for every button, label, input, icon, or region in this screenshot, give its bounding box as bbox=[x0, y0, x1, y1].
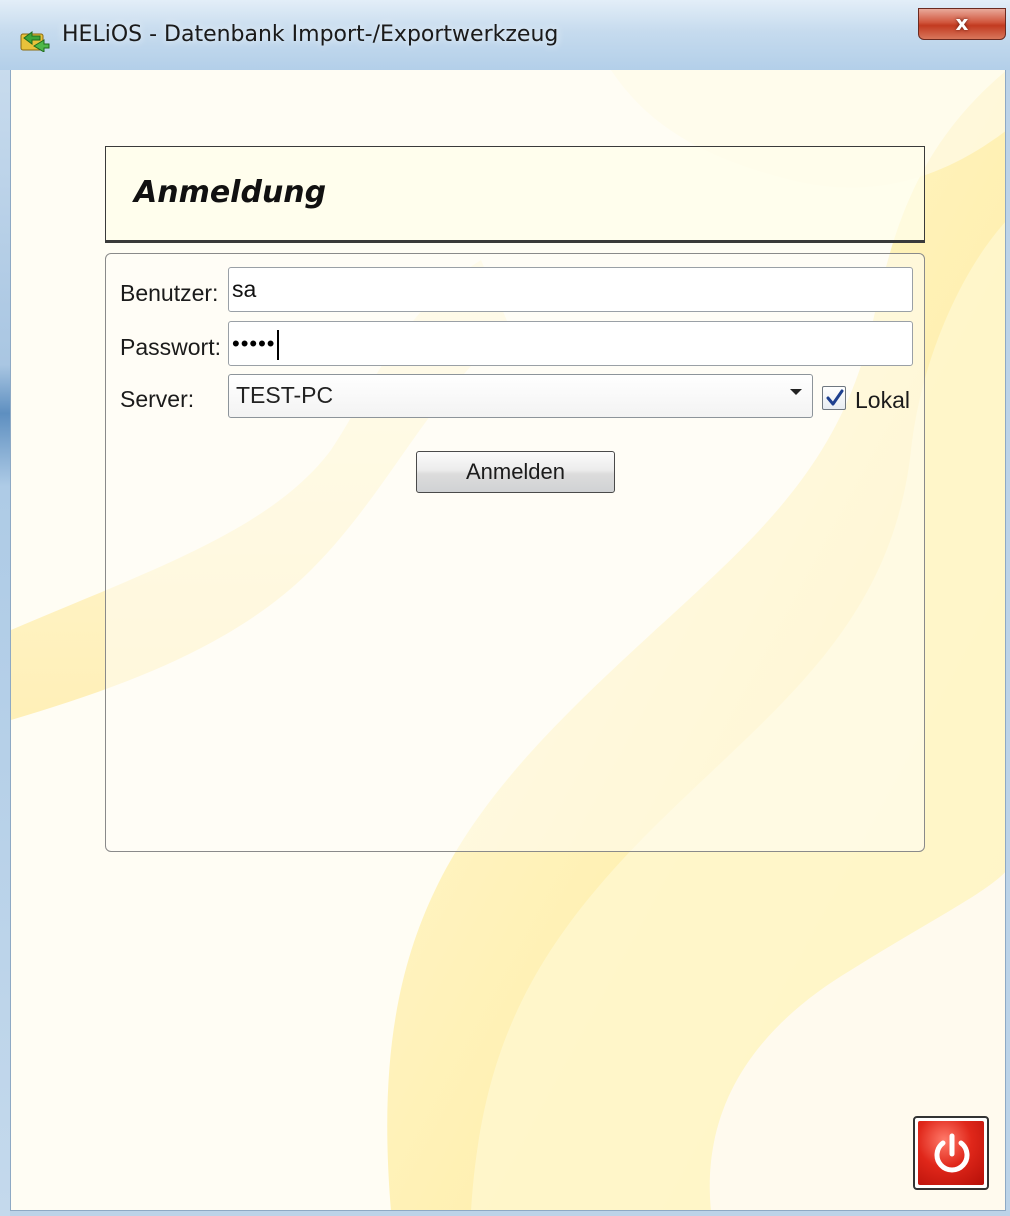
client-area: Anmeldung Benutzer: sa Passwort: ••••• S… bbox=[10, 70, 1006, 1211]
close-button[interactable]: x bbox=[918, 8, 1006, 40]
password-input[interactable]: ••••• bbox=[228, 321, 913, 366]
user-input[interactable]: sa bbox=[228, 267, 913, 312]
password-mask: ••••• bbox=[232, 331, 276, 356]
chevron-down-icon[interactable] bbox=[790, 389, 802, 395]
local-checkbox-label: Lokal bbox=[855, 387, 910, 413]
server-label: Server: bbox=[120, 386, 195, 412]
login-form-panel: Benutzer: sa Passwort: ••••• Server: TES… bbox=[105, 253, 925, 852]
page-title: Anmeldung bbox=[134, 175, 327, 210]
text-caret bbox=[276, 329, 279, 360]
power-icon bbox=[934, 1133, 970, 1173]
close-icon: x bbox=[955, 11, 969, 35]
title-bar[interactable]: HELiOS - Datenbank Import-/Exportwerkzeu… bbox=[0, 0, 1010, 70]
checkbox-box[interactable] bbox=[822, 386, 846, 410]
server-dropdown[interactable]: TEST-PC bbox=[228, 374, 813, 418]
login-header-panel: Anmeldung bbox=[105, 146, 925, 243]
helios-app-icon bbox=[20, 26, 50, 53]
server-selected-value: TEST-PC bbox=[236, 382, 334, 408]
checkmark-icon bbox=[826, 389, 844, 406]
login-button[interactable]: Anmelden bbox=[416, 451, 615, 493]
user-value: sa bbox=[232, 276, 257, 302]
window-title: HELiOS - Datenbank Import-/Exportwerkzeu… bbox=[62, 22, 559, 47]
password-label: Passwort: bbox=[120, 334, 221, 360]
user-label: Benutzer: bbox=[120, 280, 219, 306]
shutdown-button[interactable] bbox=[913, 1116, 989, 1190]
shutdown-button-face bbox=[918, 1121, 984, 1185]
application-window: HELiOS - Datenbank Import-/Exportwerkzeu… bbox=[0, 0, 1010, 1216]
